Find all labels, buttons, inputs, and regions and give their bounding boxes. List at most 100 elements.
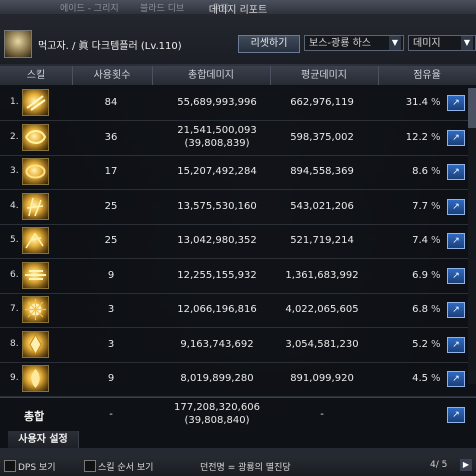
row-avg: 891,099,920 xyxy=(290,373,354,384)
share-button[interactable]: ↗ xyxy=(447,233,465,249)
share-button[interactable]: ↗ xyxy=(447,198,465,215)
table-header: 스킬 사용횟수 총합데미지 평균데미지 점유율 xyxy=(0,66,476,86)
dps-checkbox[interactable] xyxy=(4,460,16,472)
row-uses: 36 xyxy=(104,131,118,143)
row-rank: 1. xyxy=(10,97,19,107)
row-rank: 9. xyxy=(10,373,19,383)
row-avg: 3,054,581,230 xyxy=(285,338,359,350)
share-button[interactable]: ↗ xyxy=(447,371,465,387)
total-avg: - xyxy=(320,409,324,420)
row-uses: 17 xyxy=(104,166,118,177)
row-share: 7.7 xyxy=(412,200,428,212)
row-total-value: 9,163,743,692 xyxy=(180,338,254,350)
row-share-unit: % xyxy=(431,166,441,177)
row-avg: 4,022,065,605 xyxy=(285,304,359,315)
row-share-unit: % xyxy=(431,200,441,212)
share-button[interactable]: ↗ xyxy=(447,95,465,111)
skill-order-checkbox[interactable] xyxy=(84,460,96,472)
skill-4-icon xyxy=(22,192,49,220)
row-rank: 7. xyxy=(10,304,19,314)
share-button[interactable]: ↗ xyxy=(447,267,465,284)
scrollbar-track[interactable] xyxy=(468,88,476,384)
table-row: 1. 84 55,689,993,996 662,976,119 31.4 % … xyxy=(0,86,476,121)
row-uses: 84 xyxy=(104,97,118,108)
metric-filter-dropdown[interactable]: 데미지 ▼ xyxy=(408,35,476,51)
row-uses: 9 xyxy=(107,373,115,384)
row-rank: 8. xyxy=(10,338,19,349)
table-row: 7. 3 12,066,196,816 4,022,065,605 6.8 % … xyxy=(0,293,476,328)
row-total: 13,042,980,352 xyxy=(162,224,272,258)
row-total: 13,575,530,160 xyxy=(162,190,272,224)
share-button[interactable]: ↗ xyxy=(447,407,465,423)
row-total-value: 13,042,980,352 xyxy=(177,235,257,246)
column-uses[interactable]: 사용횟수 xyxy=(72,66,153,85)
column-share[interactable]: 점유율 xyxy=(378,66,476,85)
total-label: 총합 xyxy=(24,410,45,423)
row-share: 6.8 xyxy=(412,304,428,315)
total-damage-value: 177,208,320,606 xyxy=(174,402,260,413)
row-rank: 2. xyxy=(10,131,19,142)
skill-7-icon xyxy=(22,296,49,323)
row-avg: 662,976,119 xyxy=(290,97,354,108)
row-share-unit: % xyxy=(431,235,441,246)
row-avg: 894,558,369 xyxy=(290,166,354,177)
column-total[interactable]: 총합데미지 xyxy=(152,66,271,85)
skill-2-icon xyxy=(22,123,49,151)
next-page-arrow[interactable]: ▶ xyxy=(460,459,472,471)
settings-row: 사용자 설정 xyxy=(0,431,476,448)
boss-filter-dropdown[interactable]: 보스-광룡 하스 ▼ xyxy=(304,35,404,51)
row-uses: 25 xyxy=(104,200,118,212)
settings-button[interactable]: 사용자 설정 xyxy=(8,431,79,448)
chevron-down-icon: ▼ xyxy=(461,36,473,50)
row-share: 12.2 xyxy=(405,131,428,143)
skill-6-icon xyxy=(22,261,49,289)
row-rank: 3. xyxy=(10,166,19,176)
share-button[interactable]: ↗ xyxy=(447,302,465,318)
row-total: 8,019,899,280 xyxy=(162,362,272,396)
share-button[interactable]: ↗ xyxy=(447,129,465,146)
row-uses: 3 xyxy=(107,338,115,350)
skill-1-icon xyxy=(22,89,49,116)
skill-3-icon xyxy=(22,158,49,185)
row-share-unit: % xyxy=(431,97,441,108)
row-total: 21,541,500,093 (39,808,839) xyxy=(162,121,272,155)
row-share-unit: % xyxy=(431,338,441,350)
share-button[interactable]: ↗ xyxy=(447,164,465,180)
scrollbar-thumb[interactable] xyxy=(468,88,476,128)
row-total: 9,163,743,692 xyxy=(162,328,272,362)
table-row: 4. 25 13,575,530,160 543,021,206 7.7 % ↗ xyxy=(0,190,476,225)
total-damage: 177,208,320,606 (39,808,840) xyxy=(162,398,272,432)
row-share: 7.4 xyxy=(412,235,428,246)
row-avg: 1,361,683,992 xyxy=(285,269,359,281)
row-total: 12,066,196,816 xyxy=(162,293,272,327)
table-row: 9. 9 8,019,899,280 891,099,920 4.5 % ↗ xyxy=(0,362,476,397)
table-row: 8. 3 9,163,743,692 3,054,581,230 5.2 % ↗ xyxy=(0,328,476,363)
table-row: 6. 9 12,255,155,932 1,361,683,992 6.9 % … xyxy=(0,259,476,294)
footer-bar: DPS 보기 스킬 순서 보기 던전명 = 광룡의 멸진당 4/ 5 ▶ xyxy=(0,456,476,476)
row-share-unit: % xyxy=(431,269,441,281)
row-rank: 4. xyxy=(10,200,19,211)
metric-filter-value: 데미지 xyxy=(413,38,441,49)
row-avg: 521,719,214 xyxy=(290,235,354,246)
row-total-value: 13,575,530,160 xyxy=(177,200,257,212)
row-rank: 5. xyxy=(10,235,19,245)
column-avg[interactable]: 평균데미지 xyxy=(270,66,379,85)
row-uses: 9 xyxy=(107,269,115,281)
page-indicator: 4/ 5 xyxy=(430,460,448,470)
share-button[interactable]: ↗ xyxy=(447,336,465,353)
dps-label: DPS 보기 xyxy=(18,463,56,473)
column-skill[interactable]: 스킬 xyxy=(0,66,73,85)
row-share-unit: % xyxy=(431,373,441,384)
skill-5-icon xyxy=(22,227,49,254)
row-share-unit: % xyxy=(431,304,441,315)
row-total: 12,255,155,932 xyxy=(162,259,272,293)
row-rank: 6. xyxy=(10,269,19,280)
row-total-sub: (39,808,839) xyxy=(184,137,250,149)
row-share: 8.6 xyxy=(412,166,428,177)
row-share: 6.9 xyxy=(412,269,428,281)
row-avg: 543,021,206 xyxy=(290,200,354,212)
row-total-value: 15,207,492,284 xyxy=(177,166,257,177)
total-row: 총합 - 177,208,320,606 (39,808,840) - ↗ xyxy=(0,397,476,432)
chevron-down-icon: ▼ xyxy=(389,36,401,50)
reset-button[interactable]: 리셋하기 xyxy=(238,35,300,53)
